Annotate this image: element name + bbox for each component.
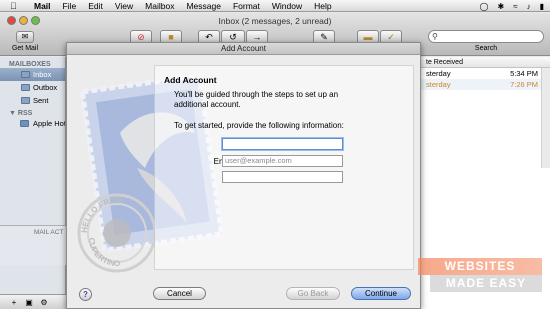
add-mailbox-icon[interactable]: +	[8, 298, 20, 307]
search-input[interactable]: ⚲	[428, 30, 544, 43]
menu-extras: ◯ ✱ ≈ ♪ ▮	[480, 0, 544, 12]
rss-header[interactable]: ▼ RSS	[0, 107, 65, 117]
menu-window[interactable]: Window	[272, 1, 302, 11]
message-date: sterday	[426, 69, 451, 78]
sidebar-item-sent[interactable]: Sent	[0, 94, 65, 107]
watermark-line-2: MADE EASY	[430, 275, 542, 292]
menu-bar:  Mail File Edit View Mailbox Message Fo…	[0, 0, 550, 12]
menu-message[interactable]: Message	[186, 1, 221, 11]
sidebar: MAILBOXES Inbox Outbox Sent ▼ RSS Apple …	[0, 57, 66, 309]
bluetooth-icon[interactable]: ✱	[498, 2, 505, 11]
message-row[interactable]: sterday 5:34 PM	[420, 68, 550, 79]
menu-help[interactable]: Help	[314, 1, 331, 11]
message-time: 5:34 PM	[510, 69, 538, 78]
email-address-field[interactable]: user@example.com	[222, 155, 343, 167]
menu-mail[interactable]: Mail	[34, 1, 51, 11]
sheet-title: Add Account	[67, 43, 420, 55]
sidebar-item-label: Apple Hot	[33, 119, 65, 128]
password-field[interactable]	[222, 171, 343, 183]
search-icon: ⚲	[432, 32, 438, 41]
sent-icon	[21, 97, 30, 104]
sidebar-item-outbox[interactable]: Outbox	[0, 81, 65, 94]
disclosure-triangle-icon[interactable]: ▼	[9, 110, 16, 117]
cancel-button[interactable]: Cancel	[153, 287, 206, 300]
panel-heading: Add Account	[164, 75, 217, 85]
wifi-icon[interactable]: ≈	[513, 2, 517, 11]
panel-intro-text: You'll be guided through the steps to se…	[174, 90, 339, 109]
menu-view[interactable]: View	[115, 1, 133, 11]
message-time: 7:26 PM	[510, 80, 538, 89]
panel-prompt-text: To get started, provide the following in…	[174, 121, 344, 130]
show-hide-activity-icon[interactable]: ▣	[23, 298, 35, 307]
go-back-button[interactable]: Go Back	[286, 287, 340, 300]
mail-activity-pane: MAIL ACT	[0, 225, 66, 265]
envelope-icon: ✉	[16, 31, 34, 43]
action-gear-icon[interactable]: ⚙	[38, 298, 50, 307]
add-account-panel: Add Account You'll be guided through the…	[154, 65, 414, 270]
time-machine-icon[interactable]: ◯	[480, 2, 489, 11]
window-title: Inbox (2 messages, 2 unread)	[218, 16, 332, 26]
mail-activity-label: MAIL ACT	[34, 229, 64, 236]
help-button[interactable]: ?	[79, 288, 92, 301]
watermark-logo: WEBSITES MADE EASY	[418, 258, 544, 298]
sidebar-toolbar: + ▣ ⚙	[0, 294, 66, 309]
sidebar-item-apple-hot-news[interactable]: Apple Hot	[0, 117, 65, 130]
message-date: sterday	[426, 80, 451, 89]
sidebar-item-label: Outbox	[33, 83, 58, 92]
menu-format[interactable]: Format	[233, 1, 260, 11]
menu-file[interactable]: File	[63, 1, 77, 11]
email-placeholder: user@example.com	[225, 156, 292, 165]
continue-button[interactable]: Continue	[351, 287, 411, 300]
menu-edit[interactable]: Edit	[88, 1, 103, 11]
full-name-field[interactable]	[222, 138, 343, 150]
date-received-column-header[interactable]: te Received	[420, 57, 550, 68]
menu-mailbox[interactable]: Mailbox	[145, 1, 174, 11]
apple-menu-icon[interactable]: 	[10, 1, 24, 11]
outbox-icon	[21, 84, 30, 91]
get-mail-label: Get Mail	[11, 45, 39, 52]
sidebar-item-label: Inbox	[33, 70, 52, 79]
mailboxes-header: MAILBOXES	[9, 61, 51, 68]
message-row[interactable]: sterday 7:26 PM	[420, 79, 550, 90]
add-account-sheet: Add Account HELLO FROM CUPERTINO Add Acc…	[66, 42, 421, 309]
get-mail-button[interactable]: ✉ Get Mail	[8, 31, 42, 52]
rss-feed-icon	[20, 120, 29, 127]
battery-icon[interactable]: ▮	[540, 2, 544, 11]
sidebar-item-inbox[interactable]: Inbox	[0, 68, 65, 81]
watermark-line-1: WEBSITES	[418, 258, 542, 275]
message-list-scrollbar[interactable]	[541, 68, 550, 168]
sidebar-item-label: Sent	[33, 96, 49, 105]
search-label: Search	[474, 45, 498, 52]
inbox-icon	[21, 71, 30, 78]
volume-icon[interactable]: ♪	[527, 2, 531, 11]
